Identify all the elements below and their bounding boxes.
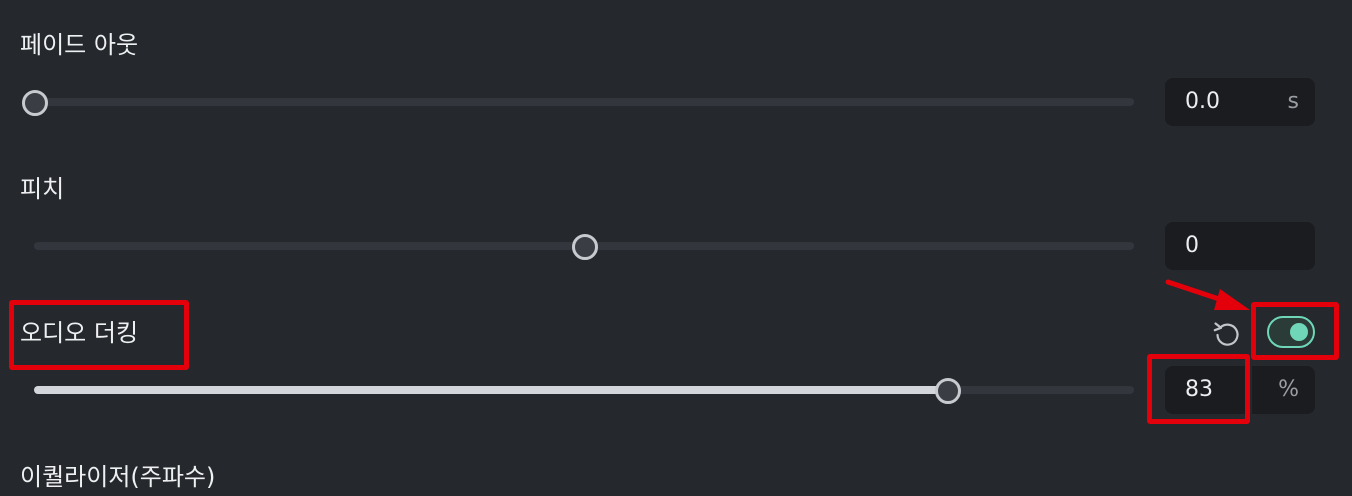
audio-ducking-unit-box: %: [1252, 366, 1315, 414]
fade-out-slider[interactable]: [22, 90, 1134, 116]
annotation-arrow-icon: [1165, 279, 1250, 310]
audio-ducking-value: 83: [1185, 377, 1213, 402]
audio-ducking-slider-fill: [34, 386, 947, 394]
audio-ducking-slider[interactable]: [34, 378, 1134, 404]
audio-ducking-slider-thumb[interactable]: [935, 378, 961, 404]
audio-ducking-unit: %: [1278, 377, 1299, 402]
pitch-slider-thumb[interactable]: [572, 234, 598, 260]
pitch-label: 피치: [20, 175, 65, 203]
pitch-slider[interactable]: [34, 234, 1134, 260]
pitch-value: 0: [1185, 233, 1199, 258]
fade-out-value: 0.0: [1185, 89, 1220, 114]
toggle-knob: [1290, 323, 1308, 341]
equalizer-label: 이퀄라이저(주파수): [20, 463, 216, 491]
fade-out-value-field[interactable]: 0.0 s: [1165, 78, 1315, 126]
audio-ducking-value-field[interactable]: 83: [1165, 366, 1249, 414]
fade-out-label: 페이드 아웃: [20, 31, 139, 59]
pitch-value-field[interactable]: 0: [1165, 222, 1315, 270]
fade-out-slider-thumb[interactable]: [22, 90, 48, 116]
audio-ducking-label: 오디오 더킹: [20, 319, 139, 347]
reset-icon[interactable]: [1211, 318, 1243, 350]
audio-ducking-toggle[interactable]: [1267, 316, 1315, 348]
fade-out-unit: s: [1287, 89, 1299, 114]
